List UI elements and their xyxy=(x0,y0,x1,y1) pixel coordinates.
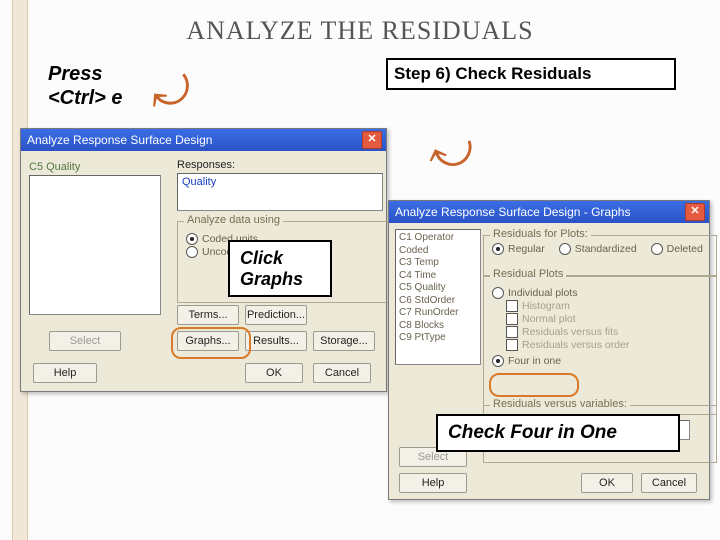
radio-regular[interactable]: Regular xyxy=(492,243,545,255)
results-button[interactable]: Results... xyxy=(245,331,307,351)
residual-plots-group: Residual Plots Individual plots Histogra… xyxy=(483,275,717,415)
column-list[interactable]: C1 Operator Coded C3 Temp C4 Time C5 Qua… xyxy=(395,229,481,365)
dialog-title: Analyze Response Surface Design xyxy=(27,133,212,147)
responses-input[interactable]: Quality xyxy=(177,173,383,211)
help-button[interactable]: Help xyxy=(33,363,97,383)
callout-four-in-one: Check Four in One xyxy=(436,414,680,452)
responses-label: Responses: xyxy=(177,159,235,171)
slide-title: ANALYZE THE RESIDUALS xyxy=(0,16,720,46)
list-item: C9 PtType xyxy=(399,332,477,345)
check-normal-plot[interactable]: Normal plot xyxy=(506,313,708,325)
press-ctrl-label: Press<Ctrl> e xyxy=(48,62,122,110)
radio-four-in-one[interactable]: Four in one xyxy=(492,355,708,367)
graphs-button[interactable]: Graphs... xyxy=(177,331,239,351)
column-c5-label: C5 Quality xyxy=(29,161,80,173)
list-item: C6 StdOrder xyxy=(399,295,477,308)
close-icon[interactable]: ✕ xyxy=(685,203,705,221)
curved-arrow-icon: ⤸ xyxy=(146,67,201,119)
list-item: C8 Blocks xyxy=(399,320,477,333)
variable-list[interactable] xyxy=(29,175,161,315)
analyze-rsd-graphs-dialog: Analyze Response Surface Design - Graphs… xyxy=(388,200,710,500)
group-legend: Residuals versus variables: xyxy=(490,398,630,410)
list-item: C1 Operator Coded xyxy=(399,232,477,257)
terms-button[interactable]: Terms... xyxy=(177,305,239,325)
prediction-button[interactable]: Prediction... xyxy=(245,305,307,325)
cancel-button[interactable]: Cancel xyxy=(313,363,371,383)
press-line1: Press<Ctrl> e xyxy=(48,63,122,109)
curved-arrow-icon: ⤸ xyxy=(425,134,481,176)
storage-button[interactable]: Storage... xyxy=(313,331,375,351)
dialog-titlebar: Analyze Response Surface Design ✕ xyxy=(21,129,386,151)
check-resid-vs-order[interactable]: Residuals versus order xyxy=(506,339,708,351)
dialog-titlebar: Analyze Response Surface Design - Graphs… xyxy=(389,201,709,223)
cancel-button[interactable]: Cancel xyxy=(641,473,697,493)
ok-button[interactable]: OK xyxy=(245,363,303,383)
responses-value: Quality xyxy=(182,176,216,188)
radio-individual-plots[interactable]: Individual plots xyxy=(492,287,708,299)
select-button: Select xyxy=(49,331,121,351)
help-button[interactable]: Help xyxy=(399,473,467,493)
list-item: C3 Temp xyxy=(399,257,477,270)
close-icon[interactable]: ✕ xyxy=(362,131,382,149)
ok-button[interactable]: OK xyxy=(581,473,633,493)
radio-deleted[interactable]: Deleted xyxy=(651,243,703,255)
callout-click-graphs: Click Graphs xyxy=(228,240,332,297)
group-legend: Residual Plots xyxy=(490,268,566,280)
check-resid-vs-fits[interactable]: Residuals versus fits xyxy=(506,326,708,338)
list-item: C7 RunOrder xyxy=(399,307,477,320)
check-histogram[interactable]: Histogram xyxy=(506,300,708,312)
group-legend: Analyze data using xyxy=(184,214,283,226)
list-item: C4 Time xyxy=(399,270,477,283)
radio-standardized[interactable]: Standardized xyxy=(559,243,637,255)
group-legend: Residuals for Plots: xyxy=(490,228,591,240)
step-heading: Step 6) Check Residuals xyxy=(386,58,676,90)
list-item: C5 Quality xyxy=(399,282,477,295)
dialog-title: Analyze Response Surface Design - Graphs xyxy=(395,205,630,219)
